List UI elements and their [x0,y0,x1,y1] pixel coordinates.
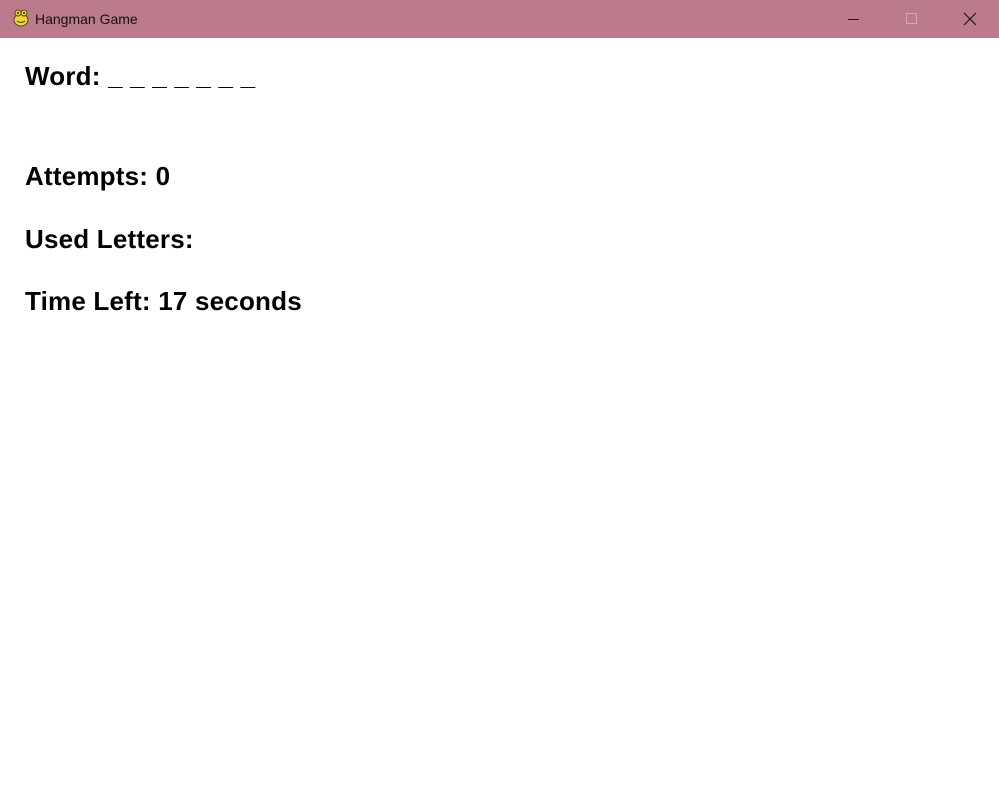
window-title: Hangman Game [35,11,138,27]
time-left-unit: seconds [194,286,302,316]
title-bar[interactable]: Hangman Game [0,0,999,38]
close-button[interactable] [941,0,999,38]
close-icon [963,12,977,26]
minimize-button[interactable] [824,0,882,38]
word-line: Word: _ _ _ _ _ _ _ [25,61,255,91]
maximize-icon [906,13,917,24]
attempts-line: Attempts: 0 [25,161,170,191]
game-window: Hangman Game Word: _ _ _ _ _ _ _ Attempt… [0,0,999,785]
attempts-value: 0 [155,161,171,191]
used-letters-label: Used Letters: [25,224,194,254]
pygame-snake-icon [11,8,31,28]
minimize-icon [848,19,859,20]
used-letters-line: Used Letters: [25,224,201,254]
maximize-button[interactable] [882,0,940,38]
time-left-value: 17 [158,286,188,316]
attempts-label: Attempts: [25,161,149,191]
word-display: _ _ _ _ _ _ _ [108,61,256,91]
time-left-line: Time Left: 17 seconds [25,286,302,316]
time-left-label: Time Left: [25,286,151,316]
word-label: Word: [25,61,101,91]
game-canvas[interactable]: Word: _ _ _ _ _ _ _ Attempts: 0 Used Let… [0,38,999,785]
